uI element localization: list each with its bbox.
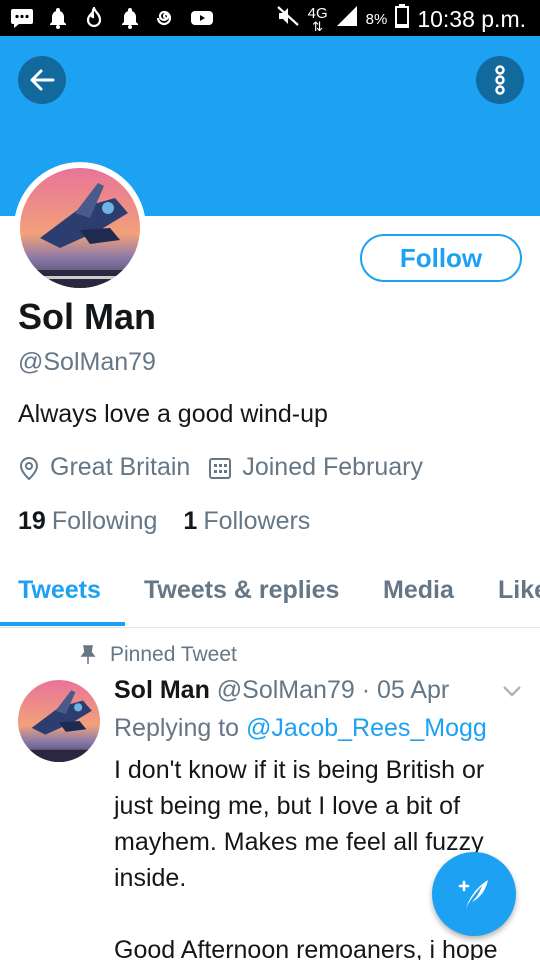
following-label: Following (51, 507, 158, 535)
tweet-avatar[interactable] (18, 680, 100, 762)
location-text: Great Britain (50, 453, 191, 481)
followers-count: 1 (183, 507, 198, 535)
tab-tweets[interactable]: Tweets (18, 576, 101, 605)
display-name: Sol Man (18, 296, 157, 337)
bell-icon-2 (118, 6, 142, 30)
battery-percent: 8% (365, 10, 388, 28)
tab-tweets-replies[interactable]: Tweets & replies (144, 576, 339, 605)
join-date: Joined February (208, 453, 423, 482)
more-options-button[interactable] (476, 56, 524, 104)
message-icon (10, 6, 34, 30)
calendar-icon (209, 457, 232, 479)
profile-bio: Always love a good wind-up (18, 400, 328, 428)
location-pin-icon (19, 456, 39, 480)
tweet-menu-button[interactable] (502, 684, 522, 703)
arrow-left-icon (30, 69, 55, 91)
profile-tabs: Tweets Tweets & replies Media Likes (0, 560, 540, 628)
following-count: 19 (18, 507, 46, 535)
mute-icon (276, 5, 300, 33)
active-tab-indicator (0, 622, 125, 626)
flame-icon (82, 6, 106, 30)
replying-to: Replying to @Jacob_Rees_Mogg (114, 714, 487, 743)
notification-icons (10, 6, 214, 30)
join-date-text: Joined February (242, 453, 423, 481)
clock: 10:38 p.m. (417, 5, 526, 32)
tab-likes[interactable]: Likes (498, 576, 540, 605)
compose-feather-icon (458, 880, 488, 908)
profile-avatar[interactable] (14, 162, 146, 294)
tweet-paragraph-2: Good Afternoon remoaners, i hope (114, 936, 498, 960)
back-button[interactable] (18, 56, 66, 104)
following-link[interactable]: 19 Following (18, 507, 157, 536)
battery-icon (395, 4, 410, 34)
tab-media[interactable]: Media (383, 576, 454, 605)
chevron-down-icon (503, 686, 521, 697)
more-vertical-icon (495, 65, 505, 95)
pinned-indicator: Pinned Tweet (80, 643, 237, 667)
signal-icon (336, 5, 358, 33)
followers-label: Followers (203, 507, 311, 535)
follow-button[interactable]: Follow (360, 234, 522, 282)
status-bar: 4G ⇅ 8% 10:38 p.m. (0, 0, 540, 36)
tweet-author[interactable]: Sol Man (114, 676, 210, 704)
user-handle: @SolMan79 (18, 348, 156, 376)
pin-icon (80, 645, 96, 664)
location: Great Britain (18, 453, 190, 482)
tweet-handle: @SolMan79 (216, 676, 355, 704)
follow-counts: 19 Following 1 Followers (18, 507, 310, 536)
compose-tweet-button[interactable] (432, 852, 516, 936)
profile-meta: Great Britain Joined February (18, 453, 441, 482)
video-icon (190, 6, 214, 30)
bell-icon (46, 6, 70, 30)
replying-prefix: Replying to (114, 714, 240, 742)
followers-link[interactable]: 1 Followers (183, 507, 310, 536)
avatar-image (20, 168, 140, 288)
network-indicator: 4G ⇅ (307, 4, 328, 34)
pinned-label: Pinned Tweet (110, 643, 237, 666)
tweet-date: · 05 Apr (361, 676, 450, 704)
status-right: 4G ⇅ 8% 10:38 p.m. (276, 4, 526, 34)
reply-mention-link[interactable]: @Jacob_Rees_Mogg (246, 714, 487, 742)
tweet-header: Sol Man @SolMan79 · 05 Apr (114, 676, 449, 705)
spiral-icon (154, 6, 178, 30)
